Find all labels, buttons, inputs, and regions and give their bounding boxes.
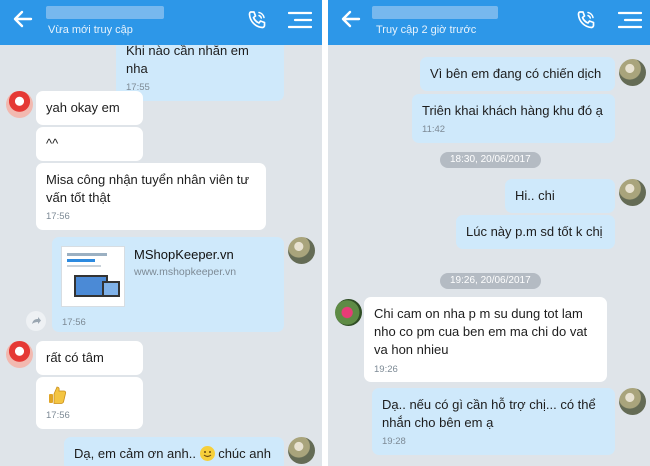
date-separator: 19:26, 20/06/2017 — [440, 273, 541, 289]
chat-header: Vừa mới truy cập — [0, 0, 322, 45]
message-text: Dạ, em cảm ơn anh.. — [74, 446, 196, 461]
my-avatar[interactable] — [288, 237, 315, 264]
menu-icon[interactable] — [287, 10, 313, 30]
contact-avatar[interactable] — [6, 341, 33, 368]
contact-avatar[interactable] — [6, 91, 33, 118]
smile-emoji-icon — [199, 446, 215, 461]
contact-name-redacted — [372, 6, 498, 19]
message-bubble[interactable]: Vì bên em đang có chiến dịch — [420, 57, 615, 92]
link-preview-url: www.mshopkeeper.vn — [134, 266, 237, 278]
message-text-continued: chúc anh — [214, 446, 271, 461]
message-time: 19:28 — [382, 436, 406, 448]
my-avatar[interactable] — [619, 179, 646, 206]
message-text: rất có tâm — [46, 350, 104, 365]
back-arrow-icon[interactable] — [10, 6, 36, 32]
message-text: Chi cam on nha p m su dung tot lam nho c… — [374, 306, 588, 358]
thumbs-up-sticker-icon — [46, 384, 133, 406]
share-icon[interactable] — [26, 311, 46, 331]
message-bubble[interactable]: Chi cam on nha p m su dung tot lam nho c… — [364, 297, 607, 383]
date-separator: 18:30, 20/06/2017 — [440, 152, 541, 168]
phone-icon[interactable] — [246, 9, 268, 31]
my-avatar[interactable] — [288, 437, 315, 464]
message-time: 17:56 — [46, 211, 70, 223]
link-preview-title: MShopKeeper.vn — [134, 247, 234, 262]
message-text: ^^ — [46, 136, 59, 151]
message-time: 17:56 — [46, 410, 70, 421]
message-bubble[interactable]: Dạ, em cảm ơn anh.. chúc anh — [64, 437, 284, 466]
my-avatar[interactable] — [619, 59, 646, 86]
message-text: Vì bên em đang có chiến dịch — [430, 66, 602, 81]
message-text: Lúc này p.m sd tốt k chị — [466, 224, 603, 239]
message-text: Misa công nhận tuyển nhân viên tư vấn tố… — [46, 172, 250, 206]
message-time: 17:55 — [126, 82, 150, 94]
contact-name-redacted — [46, 6, 164, 19]
menu-icon[interactable] — [617, 10, 643, 30]
message-text: Khi nào cần nhắn em nha — [126, 43, 249, 77]
message-text: Dạ.. nếu có gì cần hỗ trợ chị... có thể … — [382, 397, 596, 431]
chat-panel-left: Khi nào cần nhắn em nha 17:55 yah okay e… — [0, 0, 322, 466]
message-text: yah okay em — [46, 100, 120, 115]
message-time: 17:56 — [62, 317, 86, 328]
message-bubble[interactable]: 17:56 — [36, 377, 143, 429]
message-time: 11:42 — [422, 124, 446, 136]
message-bubble[interactable]: Lúc này p.m sd tốt k chị — [456, 215, 615, 250]
back-arrow-icon[interactable] — [338, 6, 364, 32]
message-bubble[interactable]: rất có tâm — [36, 341, 143, 376]
chat-panel-right: Vì bên em đang có chiến dịch Triên khai … — [328, 0, 650, 466]
message-bubble[interactable]: Triên khai khách hàng khu đó ạ 11:42 — [412, 94, 615, 143]
message-bubble[interactable]: Misa công nhận tuyển nhân viên tư vấn tố… — [36, 163, 266, 230]
link-preview-thumbnail — [61, 246, 125, 307]
message-text: Triên khai khách hàng khu đó ạ — [422, 103, 603, 118]
chat-header: Truy cập 2 giờ trước — [328, 0, 650, 45]
my-avatar[interactable] — [619, 388, 646, 415]
contact-status: Vừa mới truy cập — [48, 24, 133, 36]
contact-avatar[interactable] — [335, 299, 362, 326]
message-bubble[interactable]: yah okay em — [36, 91, 143, 126]
message-bubble[interactable]: Dạ.. nếu có gì cần hỗ trợ chị... có thể … — [372, 388, 615, 455]
message-time: 19:26 — [374, 363, 398, 375]
phone-icon[interactable] — [575, 9, 597, 31]
link-preview-card[interactable]: MShopKeeper.vn www.mshopkeeper.vn 17:56 — [52, 237, 284, 332]
message-text: Hi.. chi — [515, 188, 555, 203]
contact-status: Truy cập 2 giờ trước — [376, 24, 477, 36]
message-bubble[interactable]: ^^ — [36, 127, 143, 162]
message-bubble[interactable]: Hi.. chi — [505, 179, 615, 214]
